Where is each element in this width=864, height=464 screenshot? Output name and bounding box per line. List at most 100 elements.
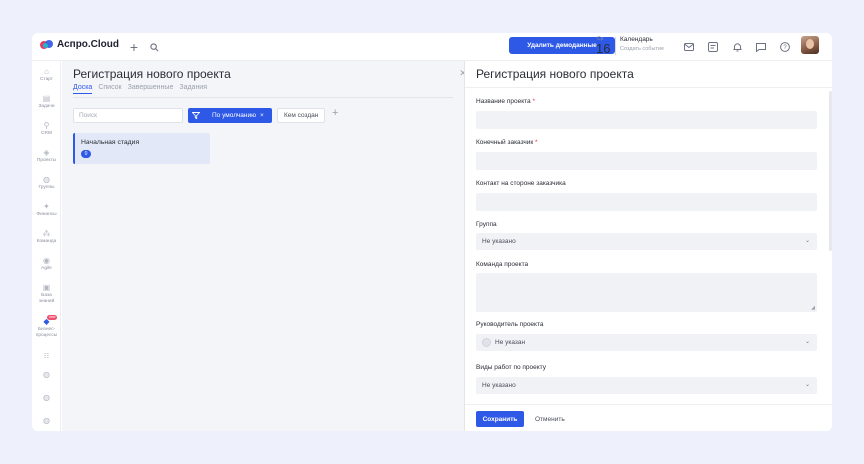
calendar-title[interactable]: Календарь	[620, 36, 653, 43]
filter-chip-label: По умолчанию	[212, 112, 256, 119]
bell-icon[interactable]	[730, 40, 744, 54]
page-title: Регистрация нового проекта	[73, 67, 231, 81]
group-label: Группа	[476, 221, 497, 228]
sidebar-item-extra-2[interactable]: ◍	[32, 371, 61, 379]
sidebar-item-label: Проекты	[36, 158, 57, 163]
sidebar-item-label: База знаний	[38, 293, 55, 304]
panel-footer: Сохранить Отменить	[465, 404, 832, 431]
sidebar-item-extra-3[interactable]: ◍	[32, 394, 61, 402]
search-input[interactable]: Поиск	[73, 108, 183, 123]
new-badge: new	[47, 315, 58, 320]
app-logo[interactable]: Аспро.Cloud	[40, 39, 119, 50]
group-value: Не указано	[482, 238, 516, 245]
sidebar-item-knowledge[interactable]: ▣ База знаний	[32, 284, 61, 304]
board-area: Регистрация нового проекта Доска Список …	[62, 61, 464, 431]
tab-board[interactable]: Доска	[73, 84, 93, 94]
tab-list[interactable]: Список	[98, 84, 121, 94]
default-filter-chip[interactable]: По умолчанию ×	[203, 108, 272, 123]
user-placeholder-icon	[482, 338, 491, 347]
app-window: Аспро.Cloud + Удалить демоданные Ср 16 К…	[32, 33, 832, 431]
panel-scrollbar[interactable]	[829, 91, 832, 251]
sidebar-item-label: Финансы	[36, 212, 57, 217]
tab-completed[interactable]: Завершенные	[128, 84, 174, 94]
contact-field[interactable]	[476, 193, 817, 211]
required-mark: *	[535, 139, 538, 146]
svg-text:?: ?	[783, 45, 787, 51]
sidebar-item-crm[interactable]: ⚲ CRM	[32, 122, 61, 137]
work-types-label: Виды работ по проекту	[476, 364, 546, 371]
top-bar: Аспро.Cloud + Удалить демоданные Ср 16 К…	[32, 33, 832, 61]
board-tabs: Доска Список Завершенные Задания	[73, 84, 207, 94]
knowledge-icon: ▣	[42, 283, 51, 292]
divider	[465, 87, 832, 88]
sidebar-item-projects[interactable]: ◈ Проекты	[32, 149, 61, 164]
groups-icon: ◍	[43, 175, 50, 184]
divider	[73, 97, 453, 98]
sidebar-item-finance[interactable]: ✦ Финансы	[32, 203, 61, 218]
resize-handle-icon[interactable]: ◢	[811, 305, 815, 311]
group-select[interactable]: Не указано ⌄	[476, 233, 817, 250]
user-avatar[interactable]	[801, 36, 819, 54]
sidebar-item-label: Группы	[38, 185, 55, 190]
sidebar-item-extra-1[interactable]: ☷	[32, 353, 61, 361]
creator-filter-chip[interactable]: Кем создан	[277, 108, 326, 123]
team-icon: ⁂	[42, 229, 51, 238]
sidebar: ⌂ Старт ▤ Задачи ⚲ CRM ◈ Проекты ◍ Групп…	[32, 61, 61, 431]
help-icon[interactable]: ?	[778, 40, 792, 54]
sidebar-item-label: Команда	[36, 239, 57, 244]
sidebar-item-label: Бизнес-процессы	[35, 327, 58, 338]
calendar-divider	[615, 37, 616, 55]
tasks-icon: ▤	[42, 94, 51, 103]
panel-title: Регистрация нового проекта	[476, 67, 634, 81]
project-name-field[interactable]	[476, 111, 817, 129]
save-button[interactable]: Сохранить	[476, 411, 524, 427]
customer-field[interactable]	[476, 152, 817, 170]
sidebar-item-groups[interactable]: ◍ Группы	[32, 176, 61, 191]
sidebar-item-tasks[interactable]: ▤ Задачи	[32, 95, 61, 110]
sidebar-item-start[interactable]: ⌂ Старт	[32, 68, 61, 83]
customer-label: Конечный заказчик *	[476, 139, 538, 146]
work-types-value: Не указано	[482, 382, 516, 389]
sidebar-item-processes[interactable]: ◆ new Бизнес-процессы	[32, 315, 61, 338]
manager-label: Руководитель проекта	[476, 321, 544, 328]
chevron-down-icon: ⌄	[804, 382, 810, 388]
calendar-day[interactable]: 16	[596, 41, 610, 56]
chat-icon[interactable]	[754, 40, 768, 54]
sidebar-item-team[interactable]: ⁂ Команда	[32, 230, 61, 245]
manager-value: Не указан	[495, 339, 526, 346]
module-icon: ◍	[43, 370, 50, 379]
module-icon: ◍	[43, 393, 50, 402]
sidebar-item-label: CRM	[41, 131, 52, 136]
chevron-down-icon: ⌄	[804, 339, 810, 345]
chevron-down-icon: ⌄	[804, 238, 810, 244]
stage-name: Начальная стадия	[81, 139, 140, 146]
filter-button[interactable]	[188, 108, 203, 123]
logo-icon	[40, 39, 53, 50]
team-textarea[interactable]: ◢	[476, 273, 817, 312]
sidebar-item-extra-4[interactable]: ◍	[32, 417, 61, 425]
cancel-button[interactable]: Отменить	[535, 411, 565, 427]
filter-icon	[191, 112, 200, 119]
sidebar-item-agile[interactable]: ◉ Agile	[32, 257, 61, 272]
close-icon[interactable]: ×	[260, 112, 264, 119]
sidebar-item-label: Agile	[41, 266, 52, 271]
module-icon: ◍	[43, 416, 50, 425]
required-mark: *	[532, 98, 535, 105]
agile-icon: ◉	[43, 256, 50, 265]
plus-icon[interactable]: +	[127, 39, 141, 55]
home-icon: ⌂	[44, 67, 49, 76]
app-name: Аспро.Cloud	[57, 39, 120, 50]
finance-icon: ✦	[43, 202, 50, 211]
stage-column[interactable]: Начальная стадия 0	[73, 133, 210, 164]
tasks-icon[interactable]	[706, 40, 720, 54]
mail-icon[interactable]	[682, 40, 696, 54]
manager-select[interactable]: Не указан ⌄	[476, 334, 817, 351]
work-types-select[interactable]: Не указано ⌄	[476, 377, 817, 394]
project-form-panel: Регистрация нового проекта Название прое…	[464, 61, 832, 431]
contact-label: Контакт на стороне заказчика	[476, 180, 566, 187]
crm-icon: ⚲	[43, 121, 50, 130]
create-event-link[interactable]: Создать событие	[620, 46, 664, 52]
search-icon[interactable]	[147, 40, 161, 54]
tab-assignments[interactable]: Задания	[179, 84, 207, 94]
add-filter-icon[interactable]: +	[332, 107, 338, 119]
